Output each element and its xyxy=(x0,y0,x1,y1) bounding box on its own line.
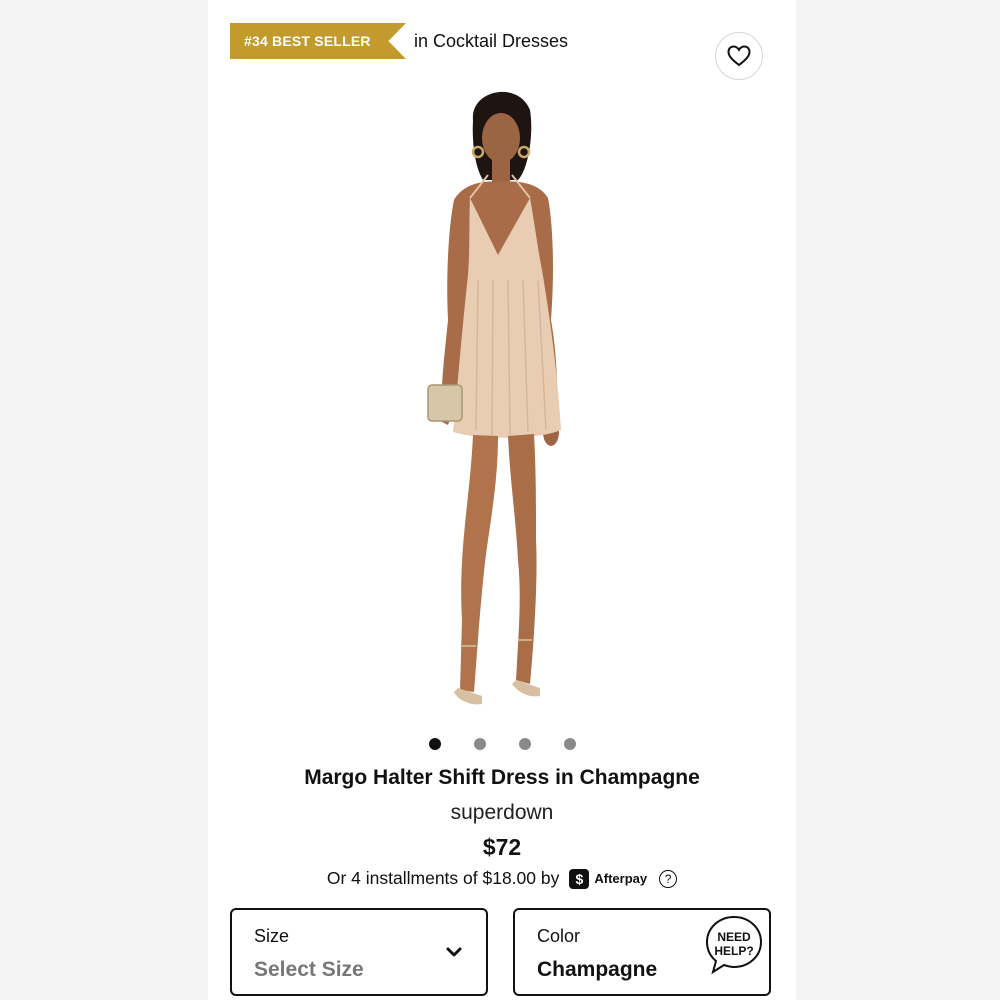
model-figure xyxy=(427,91,561,705)
gallery-dot[interactable] xyxy=(428,738,441,750)
best-seller-category[interactable]: in Cocktail Dresses xyxy=(414,31,568,52)
installments-text: Or 4 installments of $18.00 by xyxy=(326,868,560,888)
gallery-dot[interactable] xyxy=(473,738,486,750)
wishlist-button[interactable] xyxy=(715,32,763,80)
product-card: #34 BEST SELLER in Cocktail Dresses Marg… xyxy=(208,0,796,1000)
need-help-line2: HELP? xyxy=(714,944,753,958)
gallery-dot[interactable] xyxy=(563,738,576,750)
product-price: $72 xyxy=(482,834,522,860)
size-selector[interactable]: Size Select Size xyxy=(230,908,488,996)
color-label: Color xyxy=(537,926,581,946)
afterpay-help-button[interactable]: ? xyxy=(659,869,678,888)
chevron-down-icon xyxy=(446,947,462,957)
heart-icon xyxy=(727,45,751,67)
product-title: Margo Halter Shift Dress in Champagne xyxy=(304,766,700,789)
need-help-line1: NEED xyxy=(717,930,751,944)
gallery-dot[interactable] xyxy=(518,738,531,750)
afterpay-label: Afterpay xyxy=(594,871,648,886)
need-help-button[interactable]: NEED HELP? xyxy=(703,914,765,976)
afterpay-logo: $ Afterpay xyxy=(569,868,648,889)
afterpay-icon: $ xyxy=(569,868,590,889)
installments-row: Or 4 installments of $18.00 by $ Afterpa… xyxy=(208,868,796,889)
background-left xyxy=(0,0,208,1000)
size-value: Select Size xyxy=(254,958,364,981)
product-image[interactable] xyxy=(358,80,648,720)
color-selector[interactable]: Color Champagne NEED HELP? xyxy=(513,908,771,996)
best-seller-ribbon: #34 BEST SELLER xyxy=(230,23,406,59)
product-brand[interactable]: superdown xyxy=(208,801,796,825)
background-right xyxy=(796,0,1000,1000)
color-value: Champagne xyxy=(537,958,658,981)
size-label: Size xyxy=(254,926,290,946)
best-seller-row: #34 BEST SELLER in Cocktail Dresses xyxy=(230,23,568,59)
gallery-pagination xyxy=(208,738,796,750)
